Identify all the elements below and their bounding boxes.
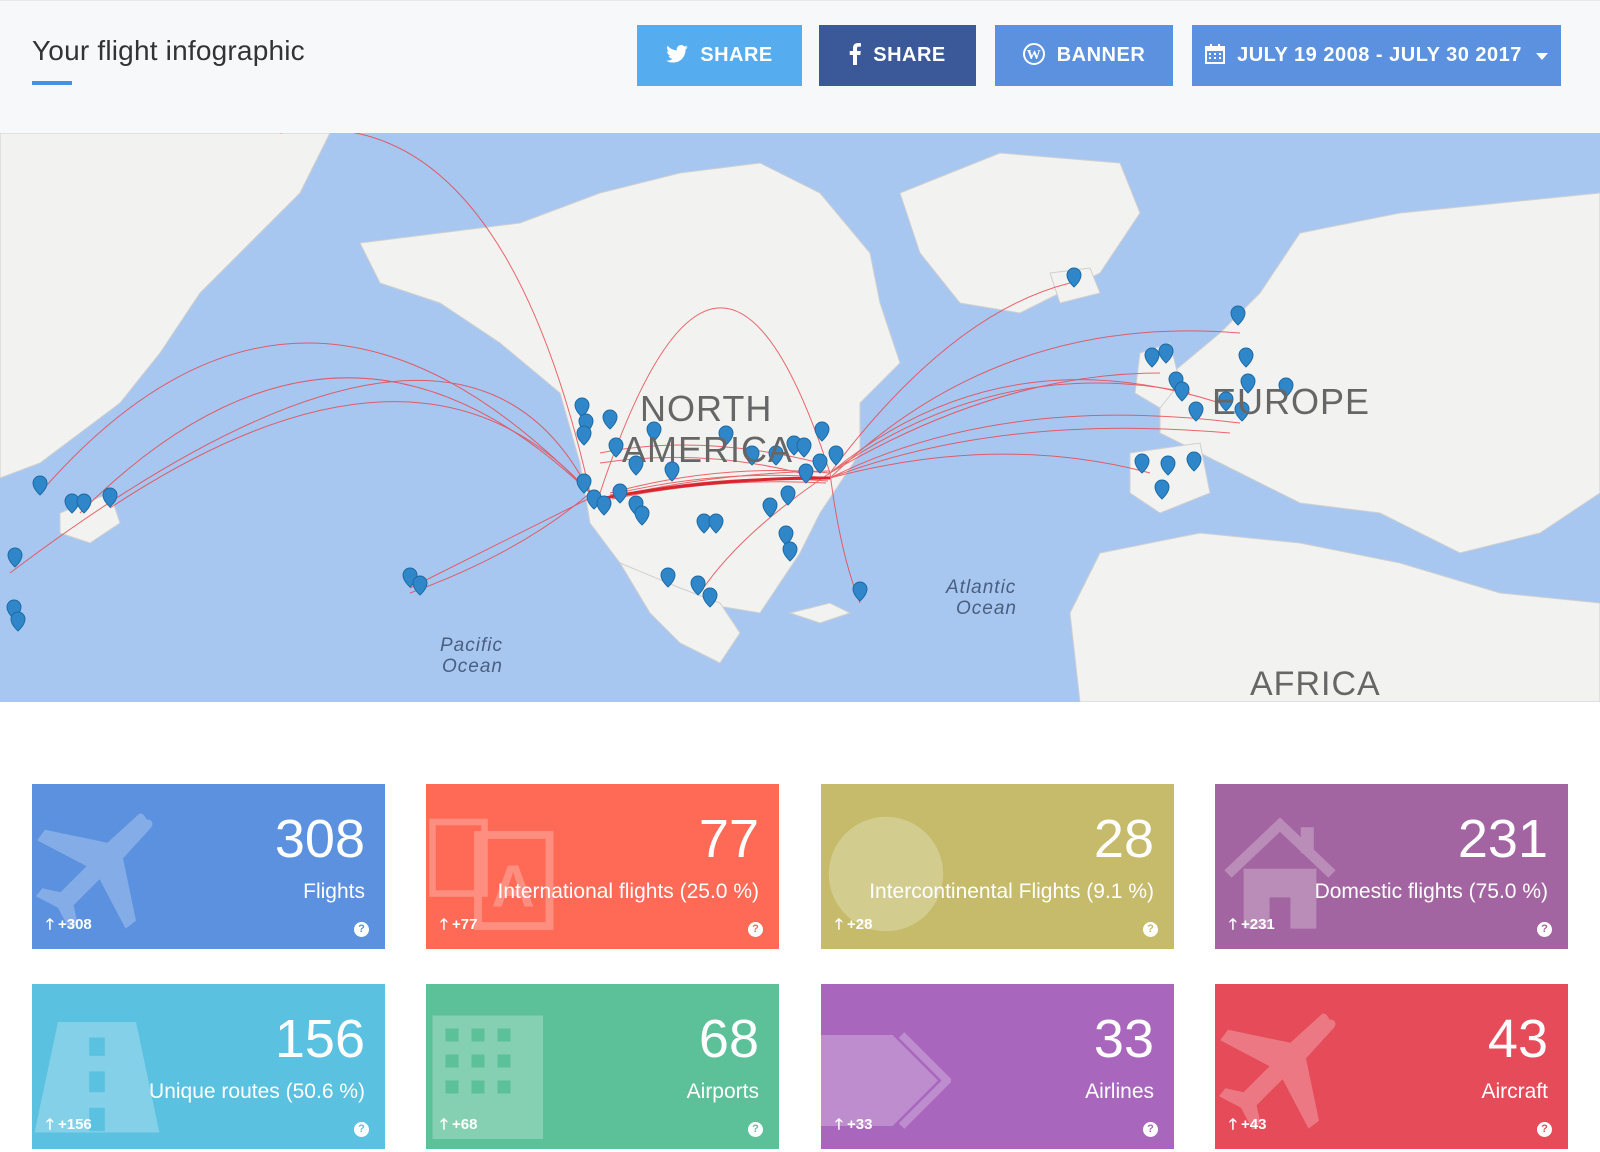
arrow-up-icon: 🡑 — [440, 916, 448, 933]
stat-tile[interactable]: 231 Domestic flights (75.0 %) 🡑 +231? — [1215, 784, 1568, 949]
stat-label: Aircraft — [1481, 1080, 1548, 1103]
stat-value: 77 — [698, 809, 759, 869]
help-icon[interactable]: ? — [1537, 1122, 1552, 1137]
stat-label: Domestic flights (75.0 %) — [1314, 880, 1548, 903]
banner-label: BANNER — [1056, 44, 1146, 66]
wordpress-banner-button[interactable]: W BANNER — [995, 25, 1173, 86]
help-icon[interactable]: ? — [1143, 1122, 1158, 1137]
stat-label: Intercontinental Flights (9.1 %) — [869, 880, 1154, 903]
stat-delta: 🡑 +77 — [440, 916, 478, 933]
arrow-up-icon: 🡑 — [1229, 916, 1237, 933]
help-icon[interactable]: ? — [354, 1122, 369, 1137]
arrow-up-icon: 🡑 — [835, 1116, 843, 1133]
stat-delta: 🡑 +68 — [440, 1116, 478, 1133]
stat-delta: 🡑 +43 — [1229, 1116, 1267, 1133]
map-label-atlantic: Atlantic — [946, 577, 1017, 598]
map-label-north: NORTH — [640, 388, 773, 429]
stat-delta: 🡑 +308 — [46, 916, 92, 933]
map-label-atlantic-ocean: Ocean — [956, 598, 1017, 619]
help-icon[interactable]: ? — [1537, 922, 1552, 937]
stat-tile[interactable]: 156 Unique routes (50.6 %) 🡑 +156? — [32, 984, 385, 1149]
facebook-share-label: SHARE — [873, 44, 946, 66]
chevron-down-icon — [1535, 53, 1548, 60]
title-underline — [32, 81, 72, 85]
date-range-label: JULY 19 2008 - JULY 30 2017 — [1237, 44, 1522, 66]
stat-value: 156 — [274, 1009, 365, 1069]
stat-tile[interactable]: 28 Intercontinental Flights (9.1 %) 🡑 +28? — [821, 784, 1174, 949]
flight-map[interactable]: NORTH AMERICA EUROPE Atlantic Ocean Paci… — [0, 133, 1600, 702]
help-icon[interactable]: ? — [1143, 922, 1158, 937]
arrow-up-icon: 🡑 — [1229, 1116, 1237, 1133]
stat-value: 28 — [1093, 809, 1154, 869]
map-label-europe: EUROPE — [1212, 381, 1371, 422]
stat-value: 33 — [1093, 1009, 1154, 1069]
arrow-up-icon: 🡑 — [440, 1116, 448, 1133]
stat-label: Airlines — [1085, 1080, 1154, 1103]
twitter-share-button[interactable]: SHARE — [637, 25, 802, 86]
page-title: Your flight infographic — [32, 35, 305, 66]
stat-value: 231 — [1457, 809, 1548, 869]
calendar-icon — [1205, 43, 1226, 68]
date-range-dropdown[interactable]: JULY 19 2008 - JULY 30 2017 — [1192, 25, 1561, 86]
stat-label: Unique routes (50.6 %) — [149, 1080, 365, 1103]
arrow-up-icon: 🡑 — [46, 916, 54, 933]
stat-label: Airports — [686, 1080, 759, 1103]
help-icon[interactable]: ? — [748, 922, 763, 937]
stat-tile[interactable]: 68 Airports 🡑 +68? — [426, 984, 779, 1149]
svg-text:W: W — [1026, 48, 1041, 63]
stat-delta: 🡑 +28 — [835, 916, 873, 933]
stat-tile[interactable]: A 77 International flights (25.0 %) 🡑 +77? — [426, 784, 779, 949]
stat-delta: 🡑 +231 — [1229, 916, 1275, 933]
facebook-share-button[interactable]: SHARE — [819, 25, 976, 86]
help-icon[interactable]: ? — [748, 1122, 763, 1137]
twitter-icon — [666, 44, 689, 67]
map-label-pacific-ocean: Ocean — [442, 656, 503, 677]
map-label-pacific: Pacific — [440, 635, 503, 656]
help-icon[interactable]: ? — [354, 922, 369, 937]
arrow-up-icon: 🡑 — [835, 916, 843, 933]
map-label-africa: AFRICA — [1250, 665, 1381, 702]
stat-delta: 🡑 +156 — [46, 1116, 92, 1133]
facebook-icon — [849, 42, 862, 69]
stat-tile[interactable]: 43 Aircraft 🡑 +43? — [1215, 984, 1568, 1149]
stat-value: 43 — [1487, 1009, 1548, 1069]
stat-label: International flights (25.0 %) — [497, 880, 759, 903]
stat-delta: 🡑 +33 — [835, 1116, 873, 1133]
arrow-up-icon: 🡑 — [46, 1116, 54, 1133]
map-label-america: AMERICA — [622, 429, 794, 470]
stat-value: 308 — [274, 809, 365, 869]
stat-tile[interactable]: 308 Flights 🡑 +308? — [32, 784, 385, 949]
twitter-share-label: SHARE — [700, 44, 773, 66]
stat-tile[interactable]: 33 Airlines 🡑 +33? — [821, 984, 1174, 1149]
wordpress-icon: W — [1022, 42, 1045, 69]
stat-value: 68 — [698, 1009, 759, 1069]
stat-label: Flights — [303, 880, 365, 903]
page-header: Your flight infographic SHARE SHARE W BA… — [0, 0, 1600, 134]
